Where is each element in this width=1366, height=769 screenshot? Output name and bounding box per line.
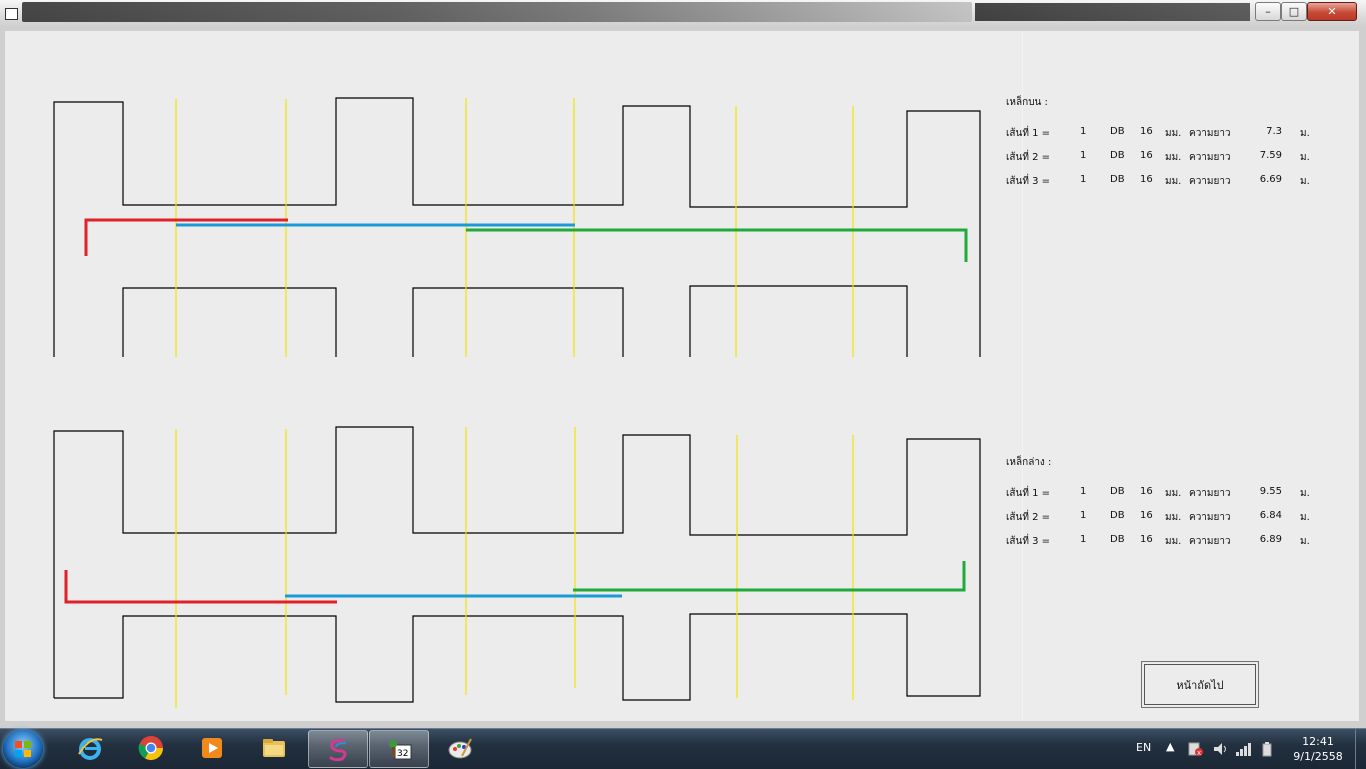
row-unit-m: ม. bbox=[1300, 176, 1310, 187]
row-length-label: ความยาว bbox=[1189, 488, 1231, 499]
row-unit-mm: มม. bbox=[1165, 536, 1182, 547]
row-diameter: 16 bbox=[1140, 150, 1153, 161]
taskbar-app-media[interactable] bbox=[183, 730, 241, 766]
windows-logo-icon bbox=[15, 741, 31, 757]
row-unit-m: ม. bbox=[1300, 512, 1310, 523]
taskbar-app-paint[interactable] bbox=[431, 730, 489, 766]
row-unit-mm: มม. bbox=[1165, 152, 1182, 163]
row-count: 1 bbox=[1080, 150, 1087, 161]
row-unit-mm: มม. bbox=[1165, 512, 1182, 523]
app-32-icon: 32 bbox=[389, 740, 412, 760]
row-unit-m: ม. bbox=[1300, 152, 1310, 163]
row-type: DB bbox=[1110, 126, 1125, 137]
lower-beam-diagram bbox=[53, 426, 981, 708]
taskbar-clock[interactable]: 12:41 9/1/2558 bbox=[1288, 734, 1348, 764]
svg-text:x: x bbox=[1197, 749, 1201, 757]
upper-bar-3 bbox=[466, 228, 968, 262]
row-length: 9.55 bbox=[1259, 486, 1282, 497]
row-diameter: 16 bbox=[1140, 174, 1153, 185]
lower-beam-outline-top bbox=[53, 426, 981, 703]
start-button[interactable] bbox=[3, 730, 43, 768]
upper-beam-outline-top bbox=[53, 97, 981, 357]
row-name: เส้นที่ 2 = bbox=[1006, 152, 1051, 163]
row-count: 1 bbox=[1080, 174, 1087, 185]
row-count: 1 bbox=[1080, 534, 1087, 545]
row-count: 1 bbox=[1080, 486, 1087, 497]
network-signal-icon[interactable] bbox=[1235, 741, 1253, 757]
taskbar-app-32[interactable]: 32 bbox=[369, 730, 429, 768]
row-unit-mm: มม. bbox=[1165, 488, 1182, 499]
app-s-icon bbox=[328, 739, 347, 762]
media-player-icon bbox=[202, 738, 222, 758]
lower-grid-lines bbox=[175, 427, 854, 708]
row-name: เส้นที่ 1 = bbox=[1006, 488, 1051, 499]
svg-text:32: 32 bbox=[397, 749, 408, 759]
language-indicator[interactable]: EN bbox=[1136, 741, 1151, 754]
row-length: 7.3 bbox=[1266, 126, 1282, 137]
row-unit-m: ม. bbox=[1300, 488, 1310, 499]
row-length-label: ความยาว bbox=[1189, 536, 1231, 547]
taskbar-app-ie[interactable] bbox=[61, 730, 119, 766]
row-unit-m: ม. bbox=[1300, 128, 1310, 139]
row-length-label: ความยาว bbox=[1189, 128, 1231, 139]
row-type: DB bbox=[1110, 150, 1125, 161]
action-center-icon[interactable]: x bbox=[1188, 741, 1204, 757]
row-length: 6.84 bbox=[1259, 510, 1282, 521]
taskbar-app-chrome[interactable] bbox=[122, 730, 180, 766]
lower-heading: เหล็กล่าง : bbox=[1006, 457, 1052, 468]
row-unit-mm: มม. bbox=[1165, 128, 1182, 139]
lower-bar-3 bbox=[573, 561, 966, 592]
row-name: เส้นที่ 3 = bbox=[1006, 176, 1051, 187]
paint-icon bbox=[448, 738, 472, 759]
row-type: DB bbox=[1110, 174, 1125, 185]
row-unit-m: ม. bbox=[1300, 536, 1310, 547]
row-length: 7.59 bbox=[1259, 150, 1282, 161]
upper-rebar-info: เหล็กบน : เส้นที่ 1 = 1 DB 16 มม. ความยา… bbox=[1006, 95, 1326, 195]
clock-time: 12:41 bbox=[1302, 735, 1334, 748]
taskbar: 32 EN ▲ x 12:41 9/1/2558 bbox=[0, 728, 1366, 769]
row-diameter: 16 bbox=[1140, 534, 1153, 545]
row-count: 1 bbox=[1080, 510, 1087, 521]
row-length: 6.89 bbox=[1259, 534, 1282, 545]
row-length-label: ความยาว bbox=[1189, 176, 1231, 187]
upper-beam-outline-bottom bbox=[122, 285, 908, 357]
power-icon[interactable] bbox=[1260, 741, 1274, 757]
row-length: 6.69 bbox=[1259, 174, 1282, 185]
clock-date: 9/1/2558 bbox=[1293, 750, 1343, 763]
taskbar-app-s[interactable] bbox=[308, 730, 368, 768]
chrome-icon bbox=[138, 736, 163, 761]
row-diameter: 16 bbox=[1140, 126, 1153, 137]
show-hidden-icons-button[interactable]: ▲ bbox=[1166, 740, 1174, 753]
row-length-label: ความยาว bbox=[1189, 512, 1231, 523]
row-name: เส้นที่ 3 = bbox=[1006, 536, 1051, 547]
upper-heading: เหล็กบน : bbox=[1006, 97, 1048, 108]
upper-beam-diagram bbox=[53, 97, 981, 357]
internet-explorer-icon bbox=[78, 738, 103, 760]
taskbar-app-explorer[interactable] bbox=[245, 730, 303, 766]
row-length-label: ความยาว bbox=[1189, 152, 1231, 163]
row-unit-mm: มม. bbox=[1165, 176, 1182, 187]
row-diameter: 16 bbox=[1140, 486, 1153, 497]
row-type: DB bbox=[1110, 486, 1125, 497]
show-desktop-button[interactable] bbox=[1355, 729, 1366, 769]
row-type: DB bbox=[1110, 510, 1125, 521]
next-page-button[interactable]: หน้าถัดไป bbox=[1141, 661, 1259, 708]
row-type: DB bbox=[1110, 534, 1125, 545]
row-diameter: 16 bbox=[1140, 510, 1153, 521]
row-name: เส้นที่ 2 = bbox=[1006, 512, 1051, 523]
row-count: 1 bbox=[1080, 126, 1087, 137]
volume-icon[interactable] bbox=[1212, 741, 1228, 757]
upper-grid-lines bbox=[175, 98, 854, 357]
lower-rebar-info: เหล็กล่าง : เส้นที่ 1 = 1 DB 16 มม. ความ… bbox=[1006, 455, 1326, 555]
row-name: เส้นที่ 1 = bbox=[1006, 128, 1051, 139]
file-explorer-icon bbox=[263, 739, 285, 757]
